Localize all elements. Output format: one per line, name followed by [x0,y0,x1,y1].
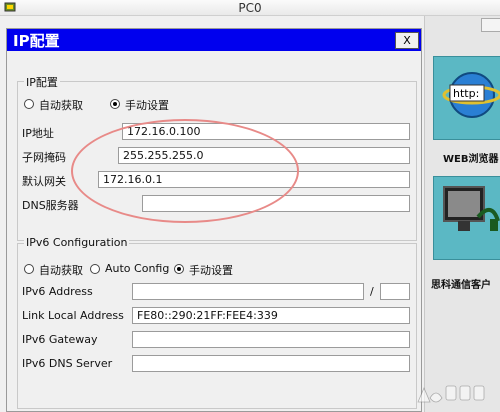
dialog-title: IP配置 [13,32,60,50]
link-local-address-field[interactable]: FE80::290:21FF:FEE4:339 [132,307,410,324]
ipv6-gateway-field[interactable] [132,331,410,348]
ipv4-radio-auto[interactable] [24,99,34,109]
ipv6-radio-autoconfig-label: Auto Config [105,262,170,275]
ipv6-dns-server-label: IPv6 DNS Server [22,357,113,370]
ipv6-config-group: IPv6 Configuration 自动获取 Auto Config 手动设置… [17,236,417,409]
ipv6-gateway-label: IPv6 Gateway [22,333,98,346]
ipv6-radio-manual-label: 手动设置 [189,264,233,277]
dns-server-label: DNS服务器 [22,199,79,212]
ipv6-radio-auto-label: 自动获取 [39,264,83,277]
ipv6-radio-manual[interactable] [174,264,184,274]
dialog-title-bar: IP配置 X [7,29,421,51]
ipv6-dns-server-field[interactable] [132,355,410,372]
window-title: PC0 [238,1,262,15]
ipv6-group-title: IPv6 Configuration [24,236,130,249]
ip-address-label: IP地址 [22,127,54,140]
browser-icon-text: http: [453,87,479,100]
subnet-mask-label: 子网掩码 [22,151,66,164]
ipv4-radio-manual[interactable] [110,99,120,109]
ipv4-radio-manual-label: 手动设置 [125,99,169,112]
subnet-mask-field[interactable]: 255.255.255.0 [118,147,410,164]
default-gateway-label: 默认网关 [22,175,66,188]
link-local-address-label: Link Local Address [22,309,124,322]
watermark-logo [417,385,485,403]
communicator-icon [443,186,500,231]
ip-config-dialog: IP配置 X IP配置 自动获取 手动设置 IP地址 172.16.0.100 … [6,28,422,412]
ipv4-group-title: IP配置 [24,74,60,90]
window-title-bar: PC0 [0,0,500,16]
close-button[interactable]: X [395,32,419,49]
ipv6-radio-auto[interactable] [24,264,34,274]
ipv4-config-group: IP配置 自动获取 手动设置 IP地址 172.16.0.100 子网掩码 25… [17,74,417,241]
ipv6-address-label: IPv6 Address [22,285,93,298]
ipv6-radio-autoconfig[interactable] [90,264,100,274]
desktop-tools-panel: http: WEB浏览器 思科通信客户 [424,16,500,412]
prefix-separator: / [370,285,374,298]
ipv6-prefix-field[interactable] [380,283,410,300]
browser-icon: http: [442,72,500,118]
panel-scroll-button[interactable] [481,18,500,32]
ip-address-field[interactable]: 172.16.0.100 [122,123,410,140]
ipv4-radio-auto-label: 自动获取 [39,99,83,112]
communicator-tile[interactable] [433,176,500,260]
communicator-label: 思科通信客户 [431,280,491,291]
web-browser-tile[interactable]: http: [433,56,500,140]
web-browser-label: WEB浏览器 [443,154,499,165]
dns-server-field[interactable] [142,195,410,212]
ipv6-address-field[interactable] [132,283,364,300]
default-gateway-field[interactable]: 172.16.0.1 [98,171,410,188]
